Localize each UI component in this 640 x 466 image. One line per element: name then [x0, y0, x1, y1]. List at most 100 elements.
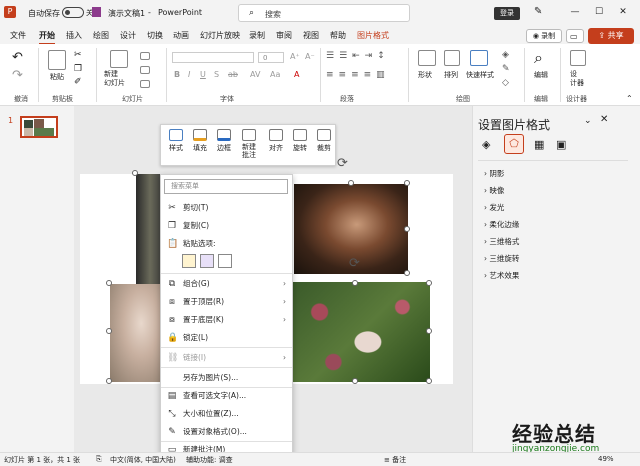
share-button[interactable]: ⇪ 共享	[588, 28, 634, 44]
list-icons[interactable]: ☰☰⇤⇥↕	[326, 51, 390, 61]
close-button[interactable]: ✕	[614, 5, 632, 19]
effect-3d-format[interactable]: › 三维格式	[484, 236, 519, 247]
shapes-icon[interactable]	[418, 50, 436, 66]
effect-3d-rotation[interactable]: › 三维旋转	[484, 253, 519, 264]
tab-draw[interactable]: 绘图	[93, 30, 109, 41]
tab-view[interactable]: 视图	[303, 30, 319, 41]
designer-button[interactable]: 设 计器	[570, 70, 584, 88]
paste-picture-icon[interactable]	[200, 254, 214, 268]
panel-close-button[interactable]: ✕	[600, 114, 608, 125]
photo-woman-portrait[interactable]	[110, 284, 162, 382]
shadow-icon[interactable]: S	[214, 70, 219, 79]
resize-handle[interactable]	[404, 226, 410, 232]
shape-outline-icon[interactable]: ✎	[502, 64, 510, 74]
tab-insert[interactable]: 插入	[66, 30, 82, 41]
zoom-level[interactable]: 49%	[598, 455, 614, 463]
resize-handle[interactable]	[352, 280, 358, 286]
paste-text-only-icon[interactable]	[218, 254, 232, 268]
resize-handle[interactable]	[352, 378, 358, 384]
rotate-handle-icon[interactable]: ⟳	[337, 156, 348, 171]
tab-slideshow[interactable]: 幻灯片放映	[200, 30, 240, 41]
paste-icon[interactable]	[48, 50, 66, 70]
align-icons[interactable]: ≡≡≡≡▥	[326, 70, 390, 80]
section-icon[interactable]	[140, 80, 150, 88]
case-icon[interactable]: Aa	[270, 70, 280, 79]
menu-item-group[interactable]: ⧉ 组合(G) ›	[161, 276, 292, 292]
effects-tab-icon[interactable]: ⬠	[504, 134, 524, 154]
mini-fill-button[interactable]: 填充	[189, 129, 211, 153]
copy-icon[interactable]: ❐	[74, 64, 82, 74]
mini-border-button[interactable]: 边框	[213, 129, 235, 153]
font-name-input[interactable]	[172, 52, 254, 63]
tab-record[interactable]: 录制	[249, 30, 265, 41]
resize-handle[interactable]	[106, 378, 112, 384]
rotate-handle-icon[interactable]: ⟳	[349, 256, 360, 271]
tab-file[interactable]: 文件	[10, 30, 26, 41]
tab-picture-format[interactable]: 图片格式	[357, 30, 389, 41]
record-button[interactable]: ◉ 录制	[526, 29, 562, 43]
resize-handle[interactable]	[106, 280, 112, 286]
reset-icon[interactable]	[140, 66, 150, 74]
menu-item-copy[interactable]: ❐ 复制(C)	[161, 218, 292, 234]
notes-button[interactable]: ≡ 备注	[384, 455, 406, 465]
collapse-ribbon-icon[interactable]: ⌃	[626, 94, 633, 103]
login-button[interactable]: 登录	[494, 7, 520, 20]
tab-animations[interactable]: 动画	[173, 30, 189, 41]
resize-handle[interactable]	[132, 170, 138, 176]
minimize-button[interactable]: —	[566, 5, 584, 19]
menu-item-link[interactable]: ⛓ 链接(I) ›	[161, 350, 292, 366]
shrink-font-icon[interactable]: A⁻	[305, 52, 315, 61]
tab-help[interactable]: 帮助	[330, 30, 346, 41]
resize-handle[interactable]	[106, 328, 112, 334]
pen-icon[interactable]: ✎	[534, 6, 542, 17]
shape-fill-icon[interactable]: ◈	[502, 50, 509, 60]
quick-style-button[interactable]: 快速样式	[466, 70, 494, 80]
format-painter-icon[interactable]: ✐	[74, 77, 82, 87]
proofing-icon[interactable]: ⎘	[96, 455, 102, 464]
mini-crop-button[interactable]: 裁剪	[313, 129, 335, 153]
fill-line-tab-icon[interactable]: ◈	[482, 138, 490, 151]
menu-item-alt-text[interactable]: ▤ 查看可选文字(A)...	[161, 388, 292, 404]
context-menu-search[interactable]: 搜索菜单	[164, 179, 288, 194]
tab-home[interactable]: 开始	[39, 30, 55, 45]
layout-icon[interactable]	[140, 52, 150, 60]
paste-use-destination-icon[interactable]	[182, 254, 196, 268]
menu-item-format-object[interactable]: ✎ 设置对象格式(O)...	[161, 424, 292, 440]
comment-button[interactable]: ▭	[566, 29, 584, 43]
picture-tab-icon[interactable]: ▣	[556, 138, 566, 151]
menu-item-save-as-picture[interactable]: 另存为图片(S)...	[161, 370, 292, 386]
effect-shadow[interactable]: › 阴影	[484, 168, 504, 179]
font-color-icon[interactable]: A	[294, 70, 299, 79]
tab-review[interactable]: 审阅	[276, 30, 292, 41]
bold-icon[interactable]: B	[174, 70, 180, 79]
strikethrough-icon[interactable]: ab	[228, 70, 238, 79]
arrange-button[interactable]: 排列	[444, 70, 458, 80]
paste-button[interactable]: 粘贴	[50, 72, 64, 82]
effect-soft-edges[interactable]: › 柔化边缘	[484, 219, 519, 230]
maximize-button[interactable]: ☐	[590, 5, 608, 19]
language-status[interactable]: 中文(简体, 中国大陆)	[110, 455, 176, 465]
find-icon[interactable]: ⌕	[534, 48, 543, 68]
autosave-toggle[interactable]: 关	[62, 7, 93, 18]
resize-handle[interactable]	[426, 378, 432, 384]
mini-new-comment-button[interactable]: 新建 批注	[237, 129, 261, 159]
quick-style-icon[interactable]	[470, 50, 488, 66]
resize-handle[interactable]	[348, 180, 354, 186]
italic-icon[interactable]: I	[188, 70, 190, 79]
tab-design[interactable]: 设计	[120, 30, 136, 41]
menu-item-size-position[interactable]: ⤡ 大小和位置(Z)...	[161, 406, 292, 422]
redo-icon[interactable]: ↷	[12, 68, 23, 83]
shape-effects-icon[interactable]: ◇	[502, 78, 509, 88]
arrange-icon[interactable]	[444, 50, 460, 66]
menu-item-send-to-back[interactable]: ⧇ 置于底层(K) ›	[161, 312, 292, 328]
search-box[interactable]: ⌕ 搜索	[238, 4, 410, 22]
effect-reflection[interactable]: › 映像	[484, 185, 504, 196]
resize-handle[interactable]	[426, 328, 432, 334]
resize-handle[interactable]	[426, 280, 432, 286]
edit-button[interactable]: 编辑	[534, 70, 548, 80]
shape-button[interactable]: 形状	[418, 70, 432, 80]
undo-icon[interactable]: ↶	[12, 50, 23, 65]
resize-handle[interactable]	[404, 270, 410, 276]
photo-girl-camera[interactable]	[292, 282, 430, 382]
grow-font-icon[interactable]: A⁺	[290, 52, 300, 61]
